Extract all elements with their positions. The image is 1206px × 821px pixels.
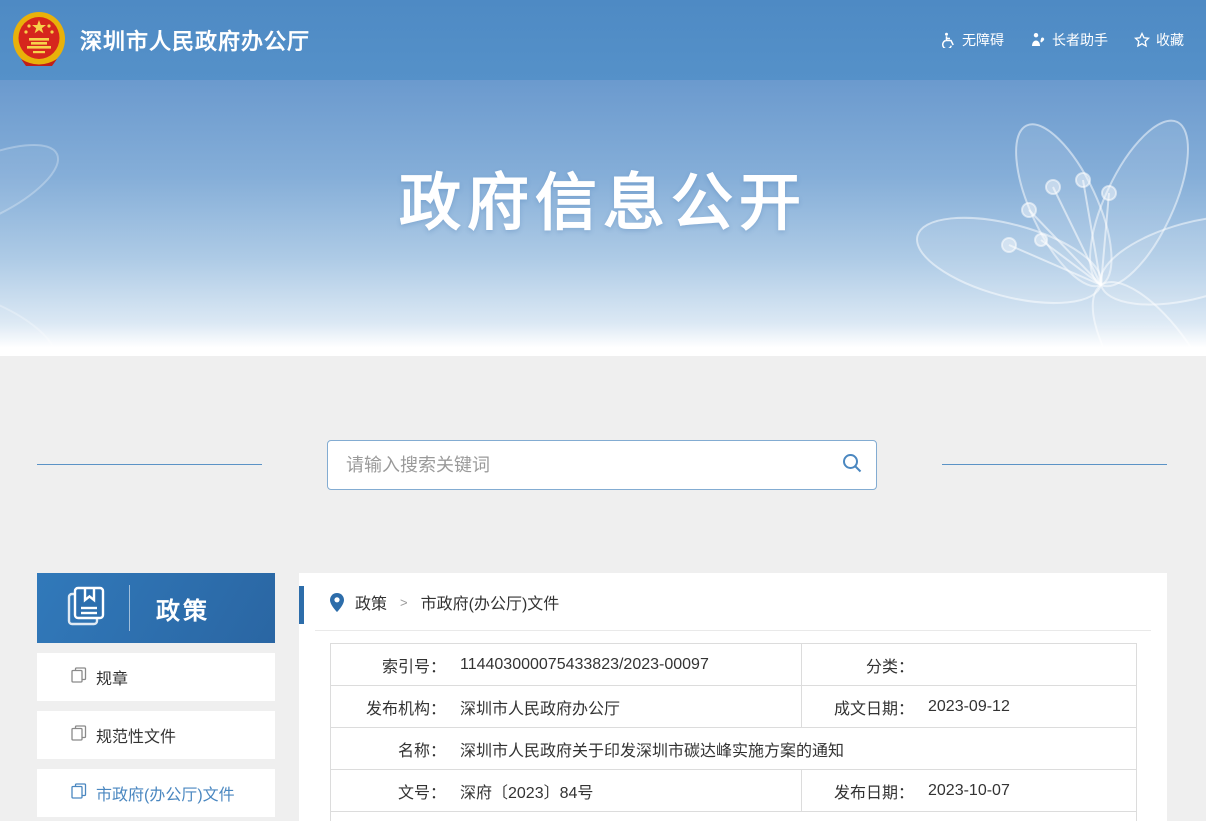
document-name-cell: 名称： 深圳市人民政府关于印发深圳市碳达峰实施方案的通知 (331, 728, 1137, 770)
sidebar-item-label: 规章 (96, 665, 128, 689)
field-value: 114403000075433823/2023-00097 (460, 656, 709, 674)
document-metadata-table: 索引号： 114403000075433823/2023-00097 分类： (330, 643, 1137, 821)
issuing-agency-cell: 发布机构： 深圳市人民政府办公厅 (331, 686, 802, 728)
field-label: 名称： (331, 737, 446, 761)
category-cell: 分类： (802, 644, 1137, 686)
document-number-cell: 文号： 深府〔2023〕84号 (331, 770, 802, 812)
decorative-line-right (942, 464, 1167, 465)
document-icon (71, 783, 87, 804)
breadcrumb: 政策 > 市政府(办公厅)文件 (299, 573, 1167, 631)
accessibility-link[interactable]: 无障碍 (940, 30, 1004, 50)
star-icon (1134, 32, 1150, 48)
field-label: 发布日期： (802, 779, 914, 803)
field-label: 发布机构： (331, 695, 446, 719)
field-value: 深圳市人民政府关于印发深圳市碳达峰实施方案的通知 (460, 737, 844, 761)
favorite-link[interactable]: 收藏 (1134, 30, 1184, 50)
document-detail-card: 政策 > 市政府(办公厅)文件 索引号： 114403000075433823/… (299, 573, 1167, 821)
field-label: 文号： (331, 779, 446, 803)
page-banner: 政府信息公开 (0, 80, 1206, 356)
field-label: 分类： (802, 653, 914, 677)
elder-assist-label: 长者助手 (1052, 30, 1108, 50)
sidebar-header: 政策 (37, 573, 275, 643)
search-icon (841, 452, 863, 479)
wheelchair-icon (940, 32, 956, 48)
index-number-cell: 索引号： 114403000075433823/2023-00097 (331, 644, 802, 686)
breadcrumb-current[interactable]: 市政府(办公厅)文件 (421, 590, 560, 614)
breadcrumb-separator: > (400, 595, 408, 610)
favorite-label: 收藏 (1156, 30, 1184, 50)
search-input[interactable] (328, 441, 828, 489)
table-row: 发布机构： 深圳市人民政府办公厅 成文日期： 2023-09-12 (331, 686, 1137, 728)
search-box (327, 440, 877, 490)
sidebar-header-divider (129, 585, 130, 631)
sidebar-item-normative-documents[interactable]: 规范性文件 (37, 711, 275, 759)
national-emblem-logo (12, 11, 66, 69)
field-value: 2023-09-12 (928, 698, 1010, 716)
breadcrumb-root[interactable]: 政策 (355, 590, 387, 614)
sidebar-title: 政策 (156, 591, 210, 626)
field-value: 深圳市人民政府办公厅 (460, 695, 620, 719)
sidebar-item-regulations[interactable]: 规章 (37, 653, 275, 701)
elder-assist-link[interactable]: 长者助手 (1030, 30, 1108, 50)
top-header-bar: 深圳市人民政府办公厅 无障碍 长者助手 (0, 0, 1206, 80)
sidebar-item-label: 规范性文件 (96, 723, 176, 747)
table-row-partial (331, 812, 1137, 821)
elder-assist-icon (1030, 32, 1046, 48)
search-button[interactable] (828, 441, 876, 489)
sidebar: 政策 规章 规范性文件 (37, 573, 275, 817)
breadcrumb-accent-bar (299, 586, 304, 624)
book-icon (65, 584, 109, 633)
document-icon (71, 725, 87, 746)
field-value: 深府〔2023〕84号 (460, 779, 593, 803)
field-value: 2023-10-07 (928, 782, 1010, 800)
written-date-cell: 成文日期： 2023-09-12 (802, 686, 1137, 728)
breadcrumb-divider (315, 630, 1151, 631)
document-icon (71, 667, 87, 688)
sidebar-item-municipal-gov-documents[interactable]: 市政府(办公厅)文件 (37, 769, 275, 817)
topbar-links: 无障碍 长者助手 收藏 (940, 30, 1184, 50)
clipped-row-cell (331, 812, 1137, 821)
location-pin-icon (330, 593, 344, 612)
page-title: 政府信息公开 (0, 80, 1206, 242)
table-row: 索引号： 114403000075433823/2023-00097 分类： (331, 644, 1137, 686)
accessibility-label: 无障碍 (962, 30, 1004, 50)
site-title[interactable]: 深圳市人民政府办公厅 (80, 24, 310, 56)
content-area: 政策 规章 规范性文件 (0, 356, 1206, 821)
publish-date-cell: 发布日期： 2023-10-07 (802, 770, 1137, 812)
table-row: 文号： 深府〔2023〕84号 发布日期： 2023-10-07 (331, 770, 1137, 812)
table-row: 名称： 深圳市人民政府关于印发深圳市碳达峰实施方案的通知 (331, 728, 1137, 770)
decorative-line-left (37, 464, 262, 465)
field-label: 成文日期： (802, 695, 914, 719)
field-label: 索引号： (331, 653, 446, 677)
sidebar-item-label: 市政府(办公厅)文件 (96, 781, 235, 805)
